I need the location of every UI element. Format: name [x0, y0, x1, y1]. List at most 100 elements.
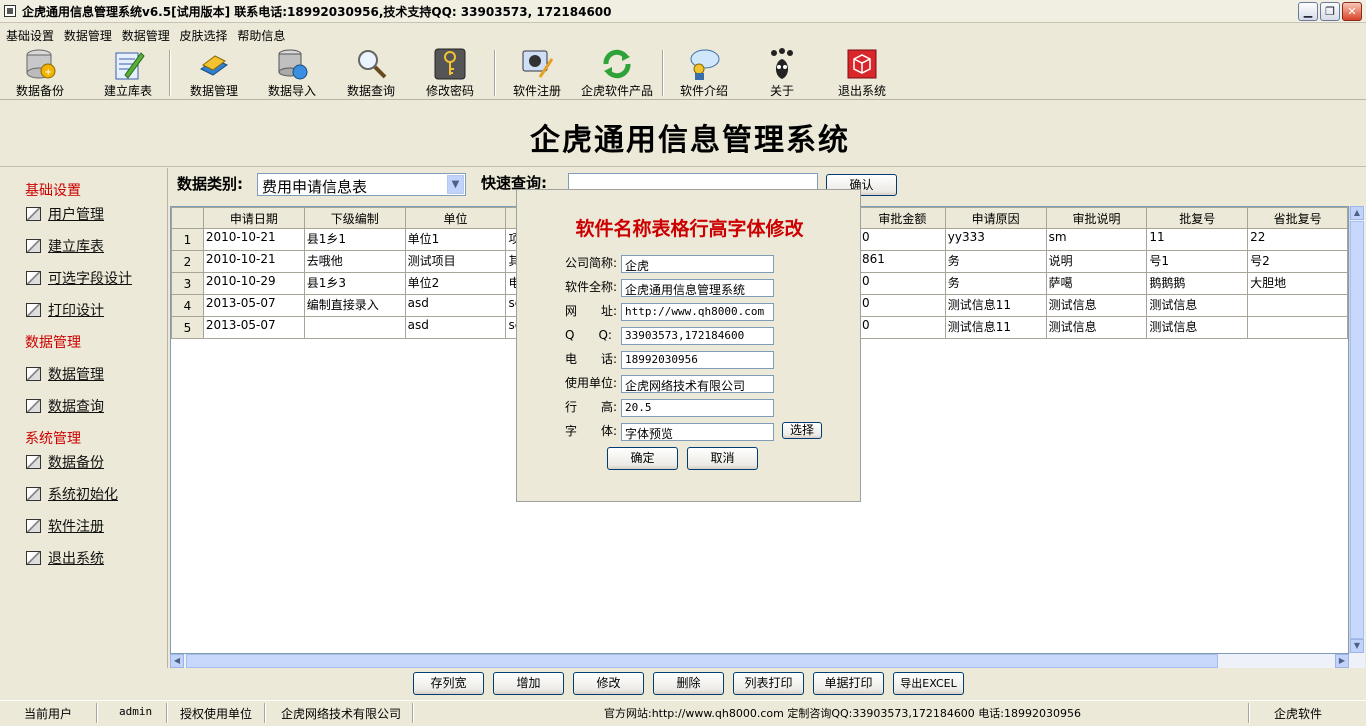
menu-basic-settings[interactable]: 基础设置 — [0, 24, 60, 44]
column-header[interactable]: 申请原因 — [944, 207, 1047, 229]
chevron-down-icon[interactable]: ▼ — [447, 175, 464, 194]
table-cell[interactable]: 测试信息11 — [944, 294, 1047, 317]
table-cell[interactable]: 测试信息 — [1045, 316, 1148, 339]
menu-data-manage-2[interactable]: 数据管理 — [116, 24, 176, 44]
font-preview-input[interactable]: 字体预览 — [621, 423, 774, 441]
table-cell[interactable]: yy333 — [944, 228, 1047, 251]
column-header[interactable]: 申请日期 — [202, 207, 305, 229]
menu-data-manage-1[interactable]: 数据管理 — [58, 24, 118, 44]
add-button[interactable]: 增加 — [493, 672, 564, 695]
toolbar-build-table-button[interactable]: 建立库表 — [96, 47, 160, 99]
table-cell[interactable]: 测试信息 — [1146, 294, 1249, 317]
ok-button[interactable]: 确定 — [607, 447, 678, 470]
toolbar-change-password-button[interactable]: 修改密码 — [418, 47, 482, 99]
horizontal-scrollbar[interactable]: ◀ ▶ — [170, 654, 1365, 668]
sidebar-item-register[interactable]: 软件注册 — [26, 516, 104, 536]
column-header[interactable] — [171, 207, 204, 229]
scroll-thumb[interactable] — [186, 654, 1218, 668]
table-cell[interactable] — [1247, 294, 1348, 317]
website-input[interactable]: http://www.qh8000.com — [621, 303, 774, 321]
column-header[interactable]: 单位 — [404, 207, 507, 229]
toolbar-products-button[interactable]: 企虎软件产品 — [577, 47, 657, 99]
menu-help[interactable]: 帮助信息 — [231, 24, 291, 44]
table-cell[interactable]: 0 — [859, 228, 946, 251]
table-cell[interactable]: 单位2 — [404, 272, 507, 295]
table-cell[interactable]: 号2 — [1247, 250, 1348, 273]
toolbar-about-button[interactable]: 关于 — [752, 47, 812, 99]
toolbar-exit-button[interactable]: 退出系统 — [832, 47, 892, 99]
sidebar-item-data-manage[interactable]: 数据管理 — [26, 364, 104, 384]
toolbar-data-manage-button[interactable]: 数据管理 — [182, 47, 246, 99]
table-cell[interactable]: 测试信息11 — [944, 316, 1047, 339]
export-excel-button[interactable]: 导出EXCEL — [893, 672, 964, 695]
edit-button[interactable]: 修改 — [573, 672, 644, 695]
toolbar-backup-button[interactable]: + 数据备份 — [8, 47, 72, 99]
sidebar-item-system-init[interactable]: 系统初始化 — [26, 484, 118, 504]
table-cell[interactable]: 11 — [1146, 228, 1249, 251]
table-cell[interactable] — [303, 316, 406, 339]
row-height-input[interactable]: 20.5 — [621, 399, 774, 417]
table-cell[interactable]: 单位1 — [404, 228, 507, 251]
company-short-name-input[interactable]: 企虎 — [621, 255, 774, 273]
form-print-button[interactable]: 单据打印 — [813, 672, 884, 695]
minimize-button[interactable]: ▁ — [1298, 2, 1318, 21]
table-cell[interactable]: 2010-10-29 — [202, 272, 305, 295]
table-cell[interactable]: 0 — [859, 272, 946, 295]
qq-input[interactable]: 33903573,172184600 — [621, 327, 774, 345]
toolbar-register-button[interactable]: 软件注册 — [505, 47, 569, 99]
scroll-down-icon[interactable]: ▼ — [1350, 639, 1364, 653]
sidebar-item-field-design[interactable]: 可选字段设计 — [26, 268, 132, 288]
table-cell[interactable]: 编制直接录入 — [303, 294, 406, 317]
cancel-button[interactable]: 取消 — [687, 447, 758, 470]
select-font-button[interactable]: 选择 — [782, 422, 822, 439]
sidebar-item-user-manage[interactable]: 用户管理 — [26, 204, 104, 224]
software-full-name-input[interactable]: 企虎通用信息管理系统 — [621, 279, 774, 297]
table-cell[interactable]: 号1 — [1146, 250, 1249, 273]
table-cell[interactable]: 0 — [859, 316, 946, 339]
table-cell[interactable]: 0 — [859, 294, 946, 317]
table-cell[interactable]: 务 — [944, 250, 1047, 273]
sidebar-item-data-query[interactable]: 数据查询 — [26, 396, 104, 416]
scroll-right-icon[interactable]: ▶ — [1335, 654, 1349, 668]
column-header[interactable]: 批复号 — [1146, 207, 1249, 229]
table-cell[interactable]: 鹅鹅鹅 — [1146, 272, 1249, 295]
toolbar-intro-button[interactable]: 软件介绍 — [672, 47, 736, 99]
sidebar-item-data-backup[interactable]: 数据备份 — [26, 452, 104, 472]
sidebar-item-exit[interactable]: 退出系统 — [26, 548, 104, 568]
save-column-width-button[interactable]: 存列宽 — [413, 672, 484, 695]
list-print-button[interactable]: 列表打印 — [733, 672, 804, 695]
phone-input[interactable]: 18992030956 — [621, 351, 774, 369]
table-cell[interactable]: 萨噶 — [1045, 272, 1148, 295]
table-cell[interactable] — [1247, 316, 1348, 339]
category-select[interactable]: 费用申请信息表 ▼ — [257, 173, 466, 196]
table-cell[interactable]: 2010-10-21 — [202, 228, 305, 251]
table-cell[interactable]: 测试信息 — [1146, 316, 1249, 339]
table-cell[interactable]: 2010-10-21 — [202, 250, 305, 273]
restore-button[interactable]: ❐ — [1320, 2, 1340, 21]
scroll-up-icon[interactable]: ▲ — [1350, 206, 1364, 220]
table-cell[interactable]: 务 — [944, 272, 1047, 295]
table-cell[interactable]: asd — [404, 294, 507, 317]
column-header[interactable]: 下级编制 — [303, 207, 406, 229]
table-cell[interactable]: 测试信息 — [1045, 294, 1148, 317]
close-button[interactable]: ✕ — [1342, 2, 1362, 21]
table-cell[interactable]: asd — [404, 316, 507, 339]
table-cell[interactable]: 861 — [859, 250, 946, 273]
scroll-thumb[interactable] — [1350, 221, 1364, 639]
table-cell[interactable]: sm — [1045, 228, 1148, 251]
column-header[interactable]: 审批说明 — [1045, 207, 1148, 229]
table-cell[interactable]: 去哦他 — [303, 250, 406, 273]
sidebar-item-print-design[interactable]: 打印设计 — [26, 300, 104, 320]
table-cell[interactable]: 县1乡1 — [303, 228, 406, 251]
toolbar-data-query-button[interactable]: 数据查询 — [339, 47, 403, 99]
column-header[interactable]: 省批复号 — [1247, 207, 1348, 229]
toolbar-data-import-button[interactable]: 数据导入 — [260, 47, 324, 99]
sidebar-item-build-table[interactable]: 建立库表 — [26, 236, 104, 256]
table-cell[interactable]: 大胆地 — [1247, 272, 1348, 295]
user-unit-input[interactable]: 企虎网络技术有限公司 — [621, 375, 774, 393]
table-cell[interactable]: 2013-05-07 — [202, 294, 305, 317]
delete-button[interactable]: 删除 — [653, 672, 724, 695]
table-cell[interactable]: 说明 — [1045, 250, 1148, 273]
table-cell[interactable]: 测试项目 — [404, 250, 507, 273]
column-header[interactable]: 审批金额 — [859, 207, 946, 229]
